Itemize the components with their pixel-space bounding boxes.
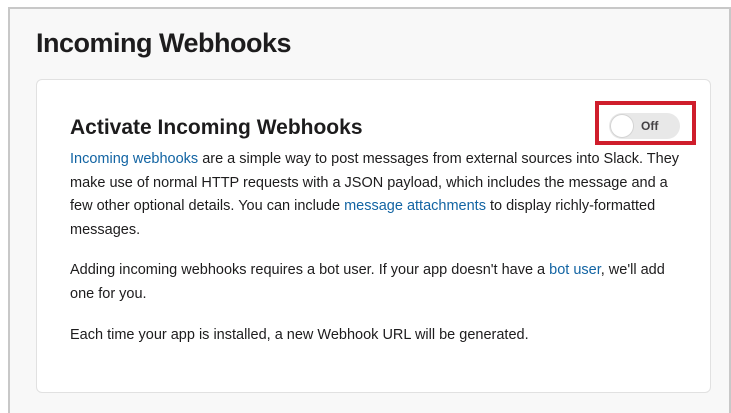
description-paragraph-1: Incoming webhooks are a simple way to po… [70,148,685,242]
toggle-knob [611,115,633,137]
toggle-label: Off [641,119,659,133]
page-title: Incoming Webhooks [36,28,292,58]
incoming-webhooks-link[interactable]: Incoming webhooks [70,151,198,167]
card-title: Activate Incoming Webhooks [70,116,363,139]
description-text: Adding incoming webhooks requires a bot … [70,262,550,278]
description-paragraph-2: Adding incoming webhooks requires a bot … [70,259,685,306]
message-attachments-link[interactable]: message attachments [344,198,486,214]
description-paragraph-3: Each time your app is installed, a new W… [70,324,685,348]
description-text: Each time your app is installed, a new W… [70,327,529,343]
bot-user-link[interactable]: bot user [549,262,601,278]
activate-webhooks-toggle[interactable]: Off [609,113,680,139]
incoming-webhooks-card: Activate Incoming Webhooks Off Incoming … [36,79,711,393]
